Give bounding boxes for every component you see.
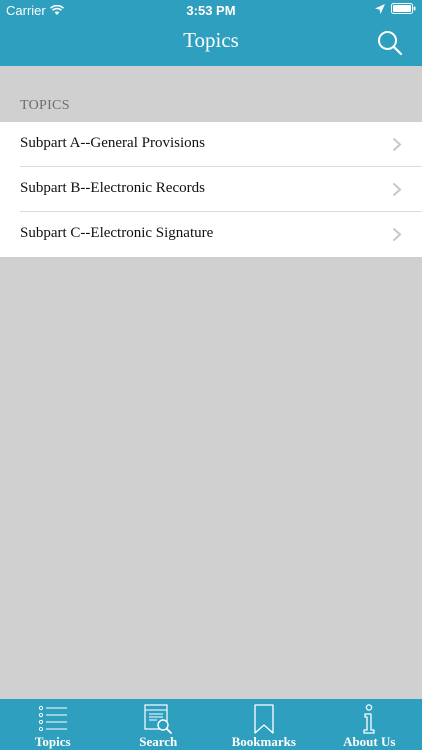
status-right [375, 3, 416, 14]
chevron-right-icon [392, 137, 402, 152]
list-item[interactable]: Subpart C--Electronic Signature [0, 212, 422, 257]
bookmark-icon [254, 704, 274, 734]
page-title: Topics [183, 28, 239, 52]
list-icon [38, 705, 67, 732]
tab-label: Bookmarks [231, 734, 296, 749]
location-arrow-icon [375, 3, 385, 14]
battery-icon [391, 3, 416, 14]
section-header: TOPICS [20, 98, 70, 113]
info-icon [363, 704, 375, 734]
nav-bar: Topics [0, 20, 422, 66]
search-icon[interactable] [376, 29, 404, 57]
status-time: 3:53 PM [186, 3, 236, 18]
list-item-label: Subpart C--Electronic Signature [20, 225, 214, 241]
tab-search[interactable]: Search [106, 699, 212, 750]
tab-bookmarks[interactable]: Bookmarks [211, 699, 317, 750]
search-document-icon [144, 704, 173, 734]
list-item-label: Subpart A--General Provisions [20, 135, 205, 151]
tab-topics[interactable]: Topics [0, 699, 106, 750]
tab-bar: Topics Search Bookmarks About Us [0, 699, 422, 750]
chevron-right-icon [392, 182, 402, 197]
tab-about-us[interactable]: About Us [317, 699, 422, 750]
tab-label: About Us [343, 734, 396, 749]
tab-label: Search [139, 734, 178, 749]
chevron-right-icon [392, 227, 402, 242]
list-item[interactable]: Subpart B--Electronic Records [0, 167, 422, 212]
list-item-label: Subpart B--Electronic Records [20, 180, 205, 196]
topics-list: Subpart A--General Provisions Subpart B-… [0, 122, 422, 257]
tab-label: Topics [34, 734, 71, 749]
status-bar: Carrier 3:53 PM [0, 0, 422, 20]
list-item[interactable]: Subpart A--General Provisions [0, 122, 422, 167]
